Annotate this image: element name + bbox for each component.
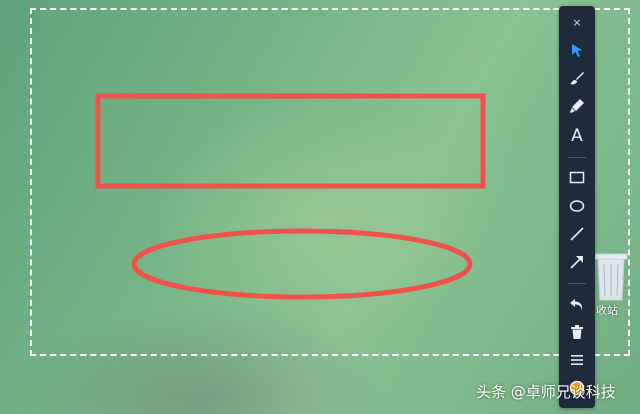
text-tool-icon[interactable]: A [563,124,591,148]
drawn-ellipse[interactable] [131,228,473,300]
ellipse-tool-icon[interactable] [563,194,591,218]
toolbar-divider [568,157,586,158]
trash-icon[interactable] [563,320,591,344]
line-tool-icon[interactable] [563,222,591,246]
close-button[interactable]: × [563,10,591,34]
desktop-background: 收站 × A 头条 @卓师兄谈科技 [0,0,640,414]
screenshot-toolbar: × A [559,6,595,408]
rectangle-tool-icon[interactable] [563,166,591,190]
annotation-layer [95,93,486,300]
marker-icon[interactable] [563,94,591,118]
arrow-tool-icon[interactable] [563,250,591,274]
recycle-bin-label: 收站 [596,304,618,317]
toolbar-divider [568,283,586,284]
select-arrow-icon[interactable] [563,38,591,62]
watermark-text: 头条 @卓师兄谈科技 [476,383,616,401]
drawn-rectangle[interactable] [95,93,486,189]
brush-icon[interactable] [563,66,591,90]
undo-icon[interactable] [563,292,591,316]
menu-icon[interactable] [563,348,591,372]
